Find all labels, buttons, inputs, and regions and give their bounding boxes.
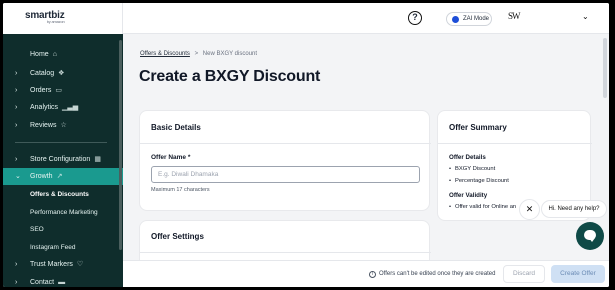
sidebar-item-label: Contact: [30, 279, 55, 286]
page-title: Create a BXGY Discount: [139, 68, 321, 85]
chevron-right-icon: ›: [15, 122, 18, 129]
basic-details-card: Basic Details Offer Name * E.g. Diwali D…: [139, 110, 431, 211]
offer-detail-item: Percentage Discount: [449, 178, 509, 184]
footer-note: Offers can't be edited once they are cre…: [379, 271, 496, 277]
sidebar-subitem-performance-marketing[interactable]: Performance Marketing: [3, 204, 123, 221]
offer-name-input[interactable]: E.g. Diwali Dhamaka: [151, 166, 420, 183]
action-footer: i Offers can't be edited once they are c…: [123, 260, 609, 287]
sidebar-subitem-label: Offers & Discounts: [30, 191, 89, 198]
card-divider: [140, 143, 431, 144]
sidebar-item-label: Catalog: [30, 70, 55, 77]
chevron-right-icon: ›: [15, 87, 18, 94]
breadcrumb-separator: >: [194, 51, 199, 57]
card-divider: [140, 252, 431, 253]
basic-details-title: Basic Details: [151, 123, 201, 132]
smartbiz-logo[interactable]: smartbiz by amazon: [25, 10, 65, 24]
sidebar-subitem-label: Instagram Feed: [30, 244, 76, 251]
zai-mode-toggle[interactable]: ZAI Mode: [446, 12, 492, 26]
chat-icon: ▬: [58, 279, 66, 286]
star-icon: ☆: [60, 122, 67, 129]
shield-icon: ♡: [76, 261, 84, 268]
chevron-right-icon: ›: [15, 156, 18, 163]
card-divider: [438, 143, 592, 144]
offer-validity-heading: Offer Validity: [449, 192, 488, 199]
chevron-right-icon: ›: [15, 261, 18, 268]
create-offer-button[interactable]: Create Offer: [551, 265, 605, 283]
offer-summary-title: Offer Summary: [449, 123, 507, 132]
brand-area: smartbiz by amazon: [3, 3, 123, 34]
sidebar-item-label: Home: [30, 51, 49, 58]
orders-icon: ▭: [55, 87, 63, 94]
analytics-icon: ▁▃▅: [62, 104, 79, 111]
discard-button[interactable]: Discard: [503, 265, 545, 283]
breadcrumb-link-offers[interactable]: Offers & Discounts: [140, 51, 190, 57]
offer-validity-item: Offer valid for Online an: [449, 204, 516, 210]
sidebar-divider: [15, 142, 107, 143]
chat-help-prompt[interactable]: Hi. Need any help?: [541, 200, 607, 218]
sidebar: Home ⌂ › Catalog ❖ › Orders ▭ › Analytics ▁▃…: [3, 34, 123, 287]
sidebar-subitem-label: Performance Marketing: [30, 209, 98, 216]
sidebar-item-analytics[interactable]: › Analytics ▁▃▅: [3, 99, 123, 116]
chat-launcher-button[interactable]: [576, 222, 604, 250]
offer-settings-title: Offer Settings: [151, 232, 204, 241]
chevron-down-icon: ⌄: [15, 173, 21, 180]
sidebar-item-reviews[interactable]: › Reviews ☆: [3, 117, 123, 134]
chat-close-icon[interactable]: ✕: [519, 199, 540, 220]
breadcrumb-current: New BXGY discount: [202, 51, 258, 57]
sidebar-item-label: Reviews: [30, 122, 57, 129]
info-icon: i: [369, 271, 376, 278]
chat-bubble-icon: [584, 230, 596, 242]
sidebar-item-label: Trust Markers: [30, 261, 73, 268]
app-window: smartbiz by amazon ? ZAI Mode SW ⌄ Home ⌂…: [3, 3, 609, 287]
breadcrumb: Offers & Discounts > New BXGY discount: [140, 51, 257, 57]
sidebar-item-label: Store Configuration: [30, 156, 91, 163]
zai-mode-icon: [452, 16, 459, 23]
sidebar-item-label: Growth: [30, 173, 53, 180]
sidebar-item-catalog[interactable]: › Catalog ❖: [3, 65, 123, 82]
sidebar-item-label: Analytics: [30, 104, 59, 111]
account-chevron-down-icon[interactable]: ⌄: [582, 12, 589, 21]
chevron-right-icon: ›: [15, 279, 18, 286]
store-logo[interactable]: SW: [508, 11, 520, 21]
catalog-icon: ❖: [58, 70, 65, 77]
offer-details-heading: Offer Details: [449, 154, 486, 161]
sidebar-item-growth[interactable]: ⌄ Growth ↗: [3, 168, 123, 185]
growth-icon: ↗: [56, 173, 63, 180]
sidebar-item-label: Orders: [30, 87, 52, 94]
sidebar-subitem-label: SEO: [30, 226, 44, 233]
sidebar-item-contact[interactable]: › Contact ▬: [3, 274, 123, 287]
store-icon: ▦: [94, 156, 101, 163]
main-scrollbar[interactable]: [603, 38, 607, 98]
chevron-right-icon: ›: [15, 104, 18, 111]
sidebar-scrollbar[interactable]: [119, 40, 122, 250]
help-icon[interactable]: ?: [408, 11, 422, 25]
sidebar-item-trust-markers[interactable]: › Trust Markers ♡: [3, 256, 123, 273]
top-header: smartbiz by amazon ? ZAI Mode SW ⌄: [3, 3, 609, 34]
home-icon: ⌂: [52, 51, 57, 58]
sidebar-item-home[interactable]: Home ⌂: [3, 46, 123, 63]
sidebar-subitem-instagram-feed[interactable]: Instagram Feed: [3, 239, 123, 256]
offer-detail-item: BXGY Discount: [449, 166, 495, 172]
offer-name-helper: Maximum 17 characters: [151, 187, 210, 193]
zai-mode-label: ZAI Mode: [463, 16, 490, 22]
offer-name-label: Offer Name *: [151, 154, 191, 161]
main-content: Offers & Discounts > New BXGY discount C…: [123, 34, 609, 287]
sidebar-subitem-seo[interactable]: SEO: [3, 221, 123, 238]
sidebar-item-orders[interactable]: › Orders ▭: [3, 82, 123, 99]
chevron-right-icon: ›: [15, 70, 18, 77]
offer-name-placeholder: E.g. Diwali Dhamaka: [158, 171, 219, 178]
sidebar-subitem-offers-discounts[interactable]: Offers & Discounts: [3, 186, 123, 203]
sidebar-item-store-configuration[interactable]: › Store Configuration ▦: [3, 151, 123, 168]
